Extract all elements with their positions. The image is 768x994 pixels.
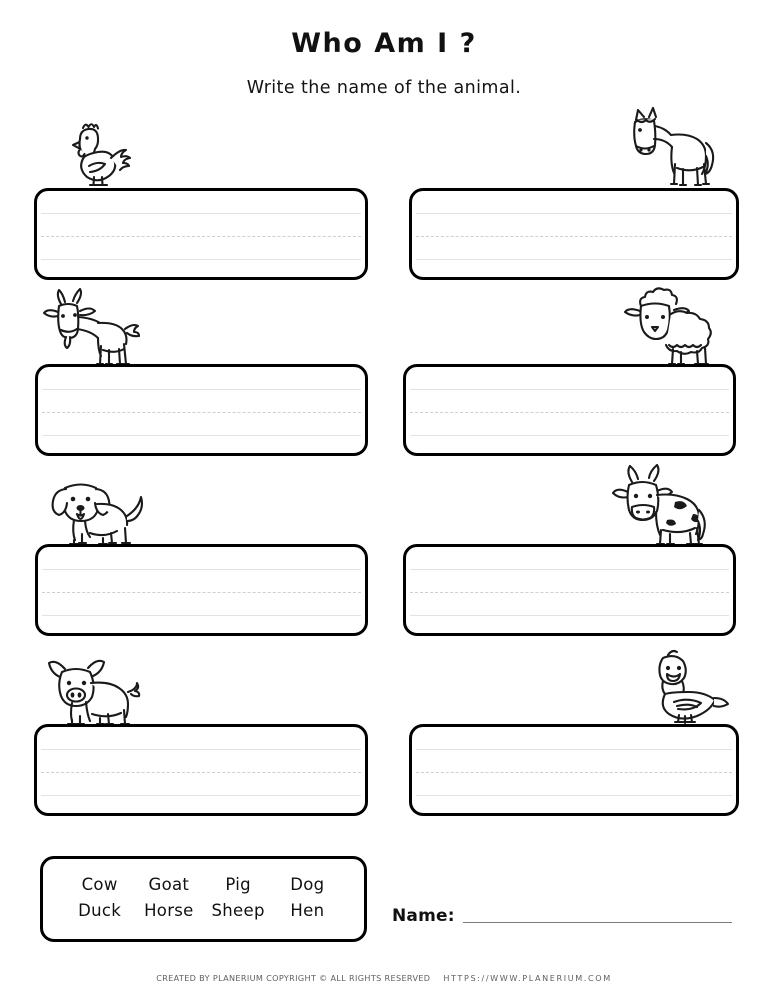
goat-icon bbox=[37, 284, 145, 366]
page-subtitle: Write the name of the animal. bbox=[246, 78, 522, 98]
guide-line-middle bbox=[416, 236, 732, 237]
answer-box-5[interactable] bbox=[35, 544, 368, 636]
answer-item-1 bbox=[34, 123, 368, 280]
guide-line-middle bbox=[42, 592, 361, 593]
worksheet-page: Who Am I ? Write the name of the animal. bbox=[0, 0, 768, 994]
pig-icon bbox=[40, 648, 152, 726]
guide-line-bottom bbox=[41, 259, 361, 260]
guide-line-middle bbox=[410, 592, 729, 593]
answer-item-2 bbox=[409, 106, 739, 280]
guide-line-middle bbox=[416, 772, 732, 773]
guide-line-middle bbox=[42, 412, 361, 413]
guide-line-bottom bbox=[416, 795, 732, 796]
answer-box-8[interactable] bbox=[409, 724, 739, 816]
guide-line-middle bbox=[410, 412, 729, 413]
answer-item-6 bbox=[403, 463, 736, 636]
word-bank-item-sheep[interactable]: Sheep bbox=[204, 898, 273, 924]
word-bank-item-dog[interactable]: Dog bbox=[273, 872, 342, 898]
word-bank-row-1: Cow Goat Pig Dog bbox=[59, 872, 348, 898]
cow-icon bbox=[608, 462, 720, 546]
page-title: Who Am I ? bbox=[291, 28, 477, 59]
duck-icon bbox=[641, 644, 733, 726]
answer-box-3[interactable] bbox=[35, 364, 368, 456]
name-label: Name: bbox=[392, 906, 455, 926]
word-bank-item-duck[interactable]: Duck bbox=[65, 898, 134, 924]
word-bank: Cow Goat Pig Dog Duck Horse Sheep Hen bbox=[40, 856, 367, 942]
answer-item-8 bbox=[409, 649, 739, 816]
name-field: Name: bbox=[392, 906, 732, 926]
rooster-icon bbox=[56, 112, 134, 190]
footer-copyright: CREATED BY PLANERIUM COPYRIGHT © ALL RIG… bbox=[156, 973, 431, 983]
guide-line-top bbox=[42, 569, 361, 570]
guide-line-top bbox=[42, 389, 361, 390]
answer-item-4 bbox=[403, 287, 736, 456]
guide-line-bottom bbox=[42, 615, 361, 616]
word-bank-row-2: Duck Horse Sheep Hen bbox=[59, 898, 348, 924]
guide-line-bottom bbox=[41, 795, 361, 796]
guide-line-top bbox=[410, 569, 729, 570]
word-bank-item-pig[interactable]: Pig bbox=[204, 872, 273, 898]
dog-icon bbox=[41, 466, 151, 546]
answer-box-4[interactable] bbox=[403, 364, 736, 456]
guide-line-top bbox=[416, 213, 732, 214]
word-bank-item-horse[interactable]: Horse bbox=[134, 898, 203, 924]
answer-item-5 bbox=[35, 483, 368, 636]
answer-box-7[interactable] bbox=[34, 724, 368, 816]
sheep-icon bbox=[621, 282, 725, 366]
answer-item-3 bbox=[35, 287, 368, 456]
guide-line-middle bbox=[41, 772, 361, 773]
guide-line-top bbox=[410, 389, 729, 390]
word-bank-item-hen[interactable]: Hen bbox=[273, 898, 342, 924]
word-bank-item-goat[interactable]: Goat bbox=[134, 872, 203, 898]
answer-box-1[interactable] bbox=[34, 188, 368, 280]
guide-line-top bbox=[416, 749, 732, 750]
guide-line-middle bbox=[41, 236, 361, 237]
word-bank-item-cow[interactable]: Cow bbox=[65, 872, 134, 898]
guide-line-top bbox=[41, 213, 361, 214]
answer-box-6[interactable] bbox=[403, 544, 736, 636]
horse-icon bbox=[615, 98, 719, 190]
answer-item-7 bbox=[34, 659, 368, 816]
answer-box-2[interactable] bbox=[409, 188, 739, 280]
name-input[interactable] bbox=[462, 922, 732, 923]
footer-credit: CREATED BY PLANERIUM COPYRIGHT © ALL RIG… bbox=[0, 973, 768, 983]
guide-line-bottom bbox=[42, 435, 361, 436]
footer-url: HTTPS://WWW.PLANERIUM.COM bbox=[443, 973, 612, 983]
guide-line-bottom bbox=[416, 259, 732, 260]
guide-line-bottom bbox=[410, 615, 729, 616]
guide-line-bottom bbox=[410, 435, 729, 436]
guide-line-top bbox=[41, 749, 361, 750]
